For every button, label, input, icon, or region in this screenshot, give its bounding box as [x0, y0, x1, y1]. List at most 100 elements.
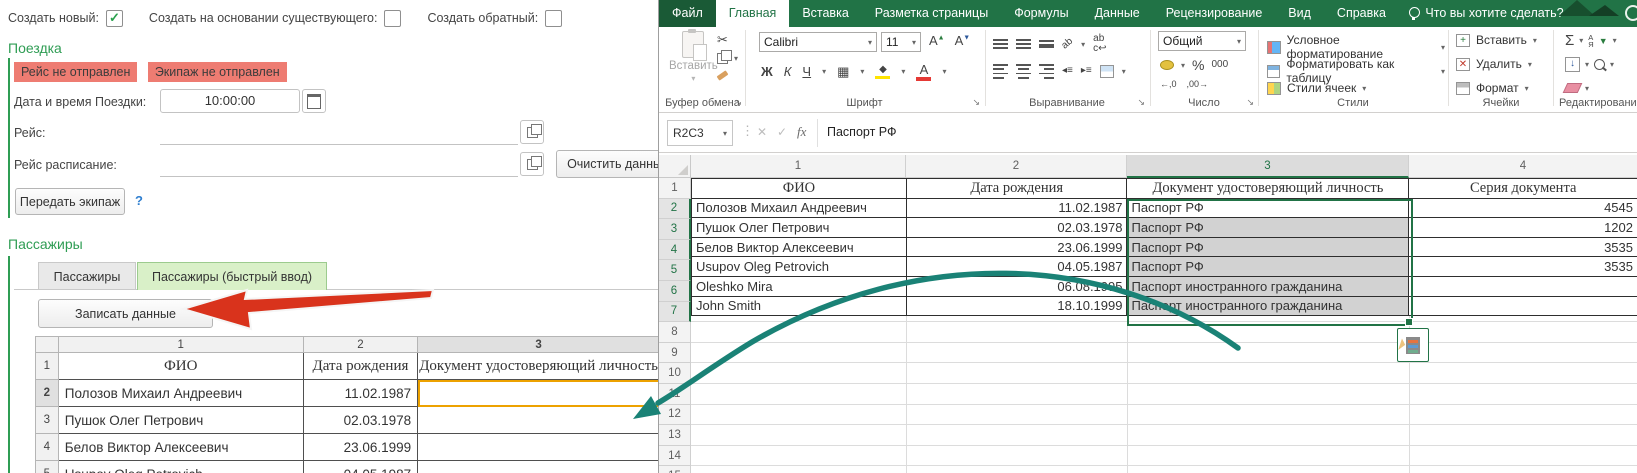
percent-icon[interactable]: %	[1192, 58, 1204, 72]
underline-caret[interactable]: ▾	[822, 67, 826, 76]
cancel-entry-icon[interactable]: ✕	[757, 125, 767, 139]
row-header-9[interactable]: 9	[659, 343, 691, 364]
cell-serial[interactable]	[1409, 276, 1637, 296]
dialog-launcher-icon[interactable]: ↘	[1137, 97, 1145, 108]
cell-doc[interactable]	[418, 380, 660, 407]
sort-filter-icon[interactable]: АЯ	[1588, 34, 1593, 48]
row-header-8[interactable]: 8	[659, 322, 691, 343]
cell-doc[interactable]	[418, 407, 660, 434]
cell-dob[interactable]: 11.02.1987	[303, 380, 418, 407]
cell-dob[interactable]: 18.10.1999	[906, 296, 1127, 316]
cell-dob[interactable]: 06.08.1995	[906, 276, 1127, 296]
ribbon-tab-рецензирование[interactable]: Рецензирование	[1153, 0, 1276, 27]
tab-passengers[interactable]: Пассажиры	[38, 262, 136, 290]
row-header-14[interactable]: 14	[659, 446, 691, 467]
column-number[interactable]: 2	[303, 337, 418, 353]
cell-fio[interactable]: Белов Виктор Алексеевич	[58, 434, 303, 461]
column-header-3[interactable]: 3	[1127, 155, 1409, 178]
cell-serial[interactable]	[1409, 296, 1637, 316]
row-header-10[interactable]: 10	[659, 363, 691, 384]
decrease-font-icon[interactable]: A▼	[955, 34, 971, 47]
font-color-icon[interactable]: А	[916, 63, 931, 81]
cell-dob[interactable]: 04.05.1987	[906, 257, 1127, 277]
bold-button[interactable]: Ж	[761, 65, 773, 78]
create-option-checkbox[interactable]: ✓	[106, 10, 123, 27]
font-name-select[interactable]: Calibri▾	[759, 32, 877, 52]
align-center-icon[interactable]	[1016, 64, 1031, 79]
cell-dob[interactable]: 02.03.1978	[303, 407, 418, 434]
cut-icon[interactable]: ✂	[717, 33, 728, 46]
assistant-icon[interactable]	[1625, 5, 1637, 21]
orientation-icon[interactable]: ab	[1060, 37, 1075, 52]
help-link[interactable]: ?	[135, 193, 143, 208]
underline-button[interactable]: Ч	[802, 65, 811, 78]
align-left-icon[interactable]	[993, 64, 1008, 79]
flight-choose-button[interactable]	[520, 120, 544, 144]
cell-serial[interactable]: 4545	[1409, 198, 1637, 218]
row-header-11[interactable]: 11	[659, 384, 691, 405]
cell-fio[interactable]: Пушок Олег Петрович	[692, 218, 907, 238]
increase-font-icon[interactable]: A▲	[929, 34, 945, 47]
insert-function-icon[interactable]: fx	[797, 124, 806, 140]
cell-fio[interactable]: John Smith	[692, 296, 907, 316]
cell-dob[interactable]: 23.06.1999	[906, 237, 1127, 257]
row-number[interactable]: 2	[36, 380, 59, 407]
dialog-launcher-icon[interactable]: ↘	[972, 97, 980, 108]
flight-input[interactable]	[160, 120, 518, 145]
row-header-2[interactable]: 2	[659, 199, 691, 220]
decrease-indent-icon[interactable]: ◂≡	[1062, 66, 1073, 76]
number-format-select[interactable]: Общий▾	[1158, 31, 1246, 51]
format-painter-icon[interactable]	[717, 70, 729, 80]
format-cells-button[interactable]: Формат	[1476, 81, 1519, 95]
row-header-5[interactable]: 5	[659, 260, 691, 281]
paste-button[interactable]: Вставить	[669, 60, 718, 72]
ribbon-tab-главная[interactable]: Главная	[716, 0, 790, 27]
row-header-12[interactable]: 12	[659, 405, 691, 426]
dialog-launcher-icon[interactable]: ↘	[734, 97, 742, 108]
cell-fio[interactable]: Белов Виктор Алексеевич	[692, 237, 907, 257]
column-number[interactable]: 1	[58, 337, 303, 353]
row-header-7[interactable]: 7	[659, 302, 691, 323]
dialog-launcher-icon[interactable]: ↘	[1246, 97, 1254, 108]
cell-dob[interactable]: 04.05.1987	[303, 461, 418, 473]
name-box[interactable]: R2C3▾	[667, 120, 733, 146]
fill-color-icon[interactable]: ◆	[875, 65, 890, 80]
transfer-crew-button[interactable]: Передать экипаж	[15, 188, 125, 215]
increase-indent-icon[interactable]: ▸≡	[1081, 66, 1092, 76]
align-middle-icon[interactable]	[1016, 39, 1031, 49]
row-header-13[interactable]: 13	[659, 425, 691, 446]
paste-options-button[interactable]	[1397, 328, 1429, 362]
row-number[interactable]: 4	[36, 434, 59, 461]
trip-date-input[interactable]: 10:00:00	[160, 89, 300, 113]
cell-fio[interactable]: Usupov Oleg Petrovich	[58, 461, 303, 473]
ribbon-tab-файл[interactable]: Файл	[659, 0, 716, 27]
row-header-6[interactable]: 6	[659, 281, 691, 302]
autosum-icon[interactable]: Σ	[1565, 33, 1574, 48]
cell-doc[interactable]: Паспорт иностранного гражданина	[1127, 296, 1409, 316]
merge-center-icon[interactable]	[1100, 65, 1114, 78]
row-header-1[interactable]: 1	[659, 178, 691, 199]
calendar-button[interactable]	[302, 89, 326, 113]
align-top-icon[interactable]	[993, 39, 1008, 49]
italic-button[interactable]: К	[784, 65, 792, 78]
cell-doc[interactable]: Паспорт РФ	[1127, 257, 1409, 277]
ribbon-tab-вид[interactable]: Вид	[1275, 0, 1324, 27]
column-header-1[interactable]: 1	[691, 155, 906, 178]
cell-serial[interactable]: 1202	[1409, 218, 1637, 238]
align-bottom-icon[interactable]	[1039, 40, 1054, 48]
write-data-button[interactable]: Записать данные	[38, 299, 213, 328]
fill-handle[interactable]	[1405, 318, 1413, 326]
cell-styles-button[interactable]: Стили ячеек	[1287, 81, 1356, 95]
cell-doc[interactable]: Паспорт РФ	[1127, 237, 1409, 257]
decrease-decimal-icon[interactable]: ,00→	[1187, 80, 1209, 89]
create-option-checkbox[interactable]	[384, 10, 401, 27]
find-select-icon[interactable]	[1594, 59, 1605, 70]
cell-fio[interactable]: Usupov Oleg Petrovich	[692, 257, 907, 277]
font-size-select[interactable]: 11▾	[881, 32, 921, 52]
copy-icon[interactable]	[717, 53, 728, 64]
fill-down-icon[interactable]: ↓	[1565, 57, 1580, 72]
ribbon-tab-данные[interactable]: Данные	[1082, 0, 1153, 27]
create-option-checkbox[interactable]	[545, 10, 562, 27]
thousands-icon[interactable]: 000	[1211, 60, 1228, 70]
cell-fio[interactable]: Oleshko Mira	[692, 276, 907, 296]
